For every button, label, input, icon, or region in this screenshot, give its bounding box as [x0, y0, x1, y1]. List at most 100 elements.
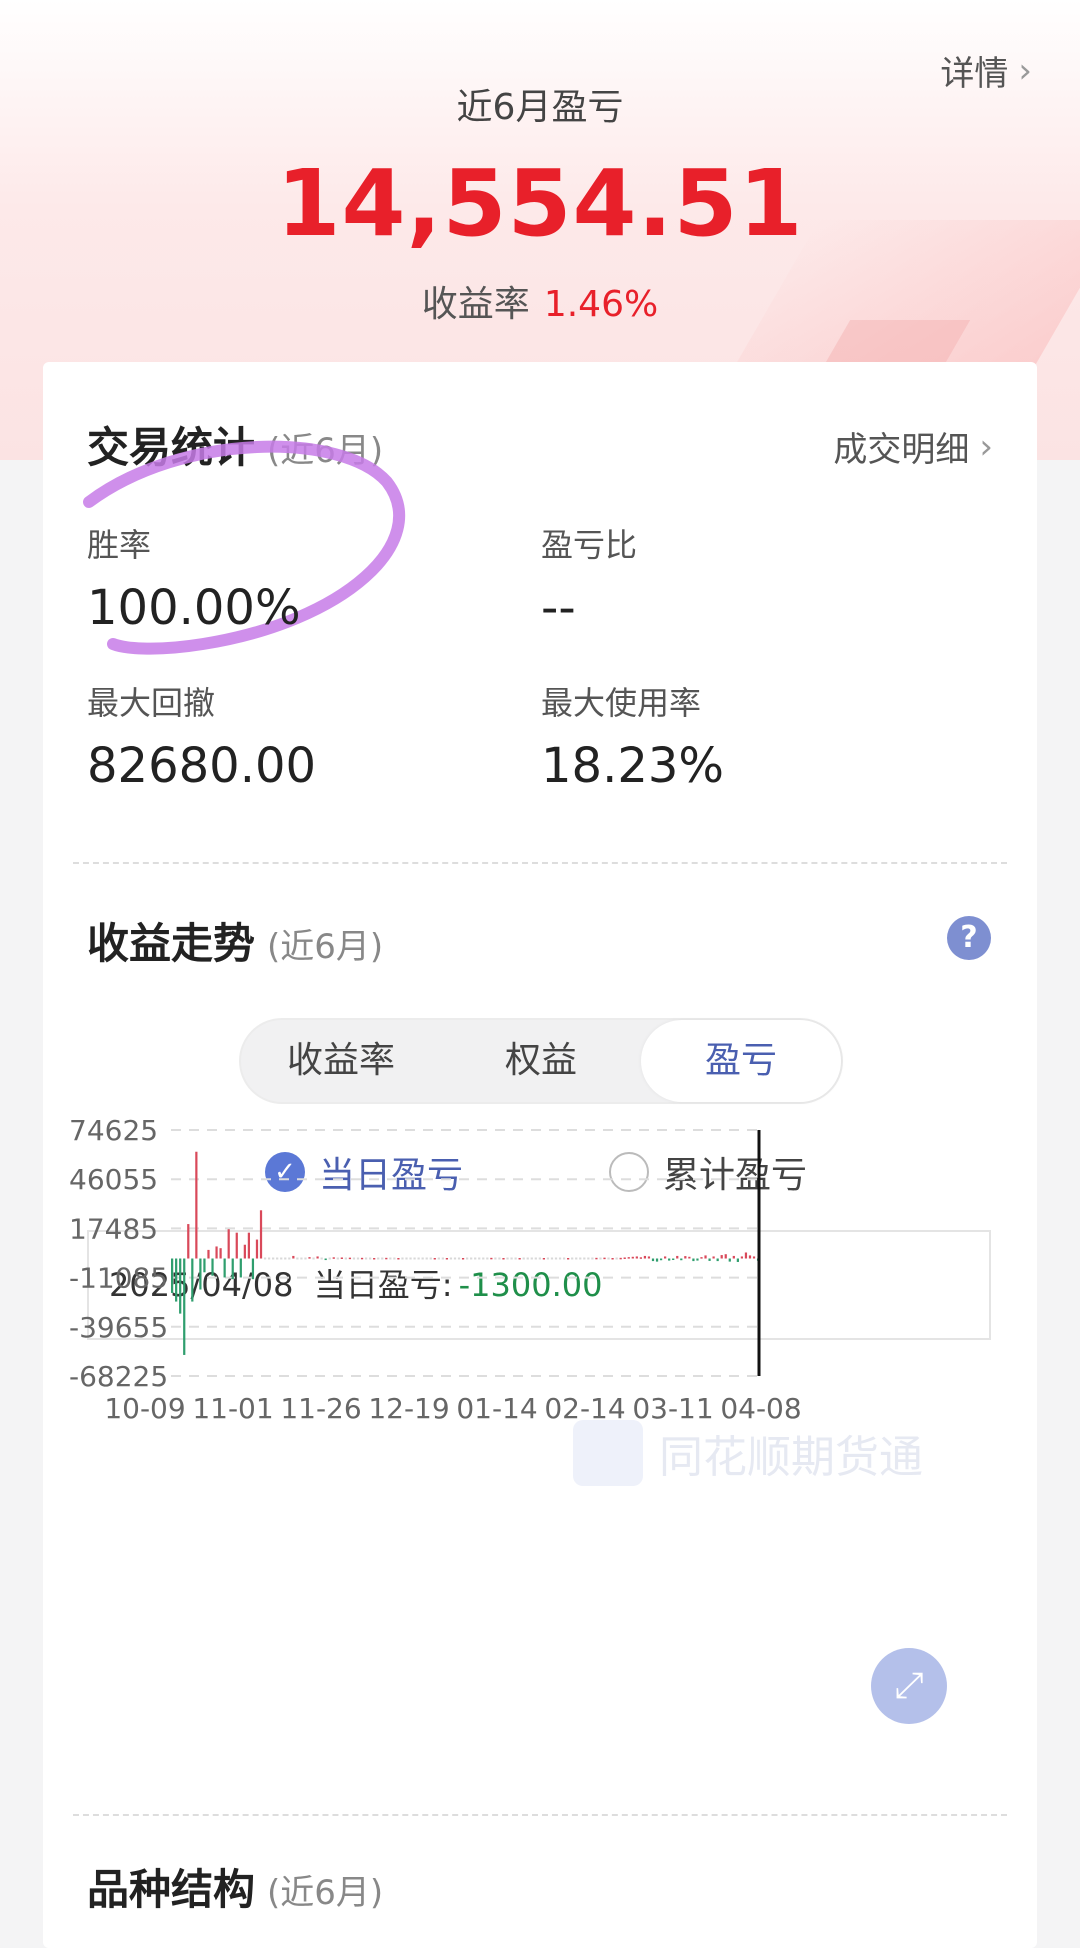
pnl-bar: [445, 1257, 449, 1260]
pnl-bar: [550, 1257, 554, 1260]
pnl-bar: [389, 1257, 392, 1260]
pnl-bar: [207, 1249, 210, 1259]
pnl-bar: [664, 1256, 667, 1259]
pnl-bar: [651, 1258, 655, 1262]
pnl-bar: [453, 1257, 457, 1260]
pnl-bar: [591, 1257, 594, 1260]
pnl-bar: [461, 1257, 465, 1260]
pnl-bar: [724, 1254, 727, 1259]
pnl-bar: [603, 1257, 606, 1260]
pnl-bar: [627, 1257, 630, 1259]
pnl-bar: [688, 1256, 691, 1259]
pnl-bar: [474, 1257, 477, 1260]
pnl-bar: [328, 1257, 331, 1260]
pnl-bar: [413, 1257, 416, 1260]
pnl-bar: [300, 1257, 303, 1260]
pnl-bar: [631, 1256, 634, 1259]
pnl-bar: [510, 1257, 513, 1260]
pnl-bar: [599, 1257, 602, 1260]
y-tick-label: 17485: [69, 1212, 158, 1245]
fullscreen-button[interactable]: ⤢: [871, 1648, 947, 1724]
pnl-bar: [211, 1258, 214, 1276]
pnl-bar: [526, 1257, 529, 1260]
pnl-bar: [405, 1257, 408, 1260]
pnl-bar: [748, 1255, 752, 1259]
pnl-bar: [219, 1248, 222, 1259]
pnl-bar: [502, 1257, 505, 1260]
pnl-bar: [676, 1255, 679, 1259]
y-tick-label: 46055: [69, 1163, 158, 1196]
pnl-bar: [247, 1232, 251, 1259]
pnl-bar: [267, 1257, 271, 1260]
pnl-bar: [542, 1257, 546, 1260]
pnl-bar: [183, 1258, 186, 1355]
pnl-bar: [421, 1257, 424, 1260]
stats-card: 交易统计 (近6月) 成交明细 › 胜率 100.00% 盈亏比 -- 最大回撤 …: [43, 362, 1037, 1948]
pnl-bar: [316, 1256, 319, 1259]
pnl-bar: [700, 1257, 703, 1259]
pnl-bar: [377, 1257, 380, 1260]
pnl-bar: [429, 1257, 432, 1260]
pnl-bar: [482, 1257, 485, 1260]
return-rate-value: 1.46%: [543, 284, 659, 325]
x-tick-label: 02-14: [544, 1392, 625, 1425]
structure-title-text: 品种结构: [87, 1865, 256, 1914]
x-tick-label: 03-11: [632, 1392, 713, 1425]
pnl-bar: [243, 1244, 246, 1259]
pnl-bar: [538, 1257, 541, 1260]
x-tick-label: 11-01: [192, 1392, 273, 1425]
x-tick-label: 01-14: [456, 1392, 537, 1425]
pnl-bar: [385, 1257, 388, 1260]
pnl-bar: [712, 1256, 715, 1259]
pnl-bar: [514, 1257, 517, 1260]
pnl-bar: [643, 1255, 647, 1259]
pnl-bar: [466, 1257, 469, 1260]
pnl-bar: [340, 1257, 343, 1259]
pnl-bar: [397, 1257, 400, 1260]
pnl-bar: [175, 1258, 178, 1302]
pnl-bar: [668, 1258, 671, 1261]
pnl-bar: [336, 1257, 339, 1260]
x-tick-label: 11-26: [280, 1392, 361, 1425]
pnl-bar: [611, 1257, 614, 1260]
pnl-bar: [732, 1255, 735, 1259]
pnl-bar: [595, 1257, 598, 1260]
pnl-bar: [255, 1239, 259, 1259]
pnl-bar: [308, 1257, 311, 1259]
pnl-bar: [215, 1246, 218, 1259]
x-tick-label: 12-19: [368, 1392, 449, 1425]
y-tick-label: -68225: [69, 1360, 168, 1393]
pnl-bar: [635, 1256, 638, 1259]
pnl-bar: [369, 1257, 372, 1260]
pnl-bar: [583, 1257, 586, 1260]
pnl-bar: [752, 1256, 756, 1259]
pnl-bar: [223, 1258, 226, 1278]
x-tick-label: 10-09: [104, 1392, 185, 1425]
pnl-bar: [263, 1257, 267, 1260]
pnl-bar: [708, 1258, 711, 1261]
pnl-bar: [639, 1257, 642, 1259]
pnl-bar: [498, 1257, 501, 1260]
pnl-bar: [280, 1257, 283, 1260]
pnl-bar: [312, 1257, 315, 1260]
pnl-bar: [470, 1257, 473, 1260]
pnl-bar: [437, 1257, 440, 1260]
return-rate: 收益率 1.46%: [0, 275, 1080, 327]
pnl-bar: [179, 1258, 182, 1314]
pnl-bar: [259, 1210, 263, 1259]
structure-title: 品种结构 (近6月): [87, 1856, 383, 1917]
pnl-bar: [546, 1257, 550, 1260]
pnl-bar: [534, 1257, 537, 1260]
pnl-bar: [441, 1257, 444, 1260]
daily-pnl-chart[interactable]: 746254605517485-11085-39655-6822510-09 11…: [43, 362, 1037, 1762]
pnl-bar: [364, 1257, 368, 1260]
structure-period: (近6月): [267, 1873, 384, 1913]
pnl-bar: [344, 1257, 347, 1260]
pnl-bar: [187, 1224, 190, 1259]
pnl-bar: [692, 1258, 695, 1262]
pnl-bar: [562, 1257, 566, 1260]
pnl-bar: [360, 1257, 364, 1260]
pnl-bar: [231, 1258, 234, 1280]
pnl-bar: [352, 1257, 356, 1260]
pnl-bar: [276, 1257, 279, 1260]
